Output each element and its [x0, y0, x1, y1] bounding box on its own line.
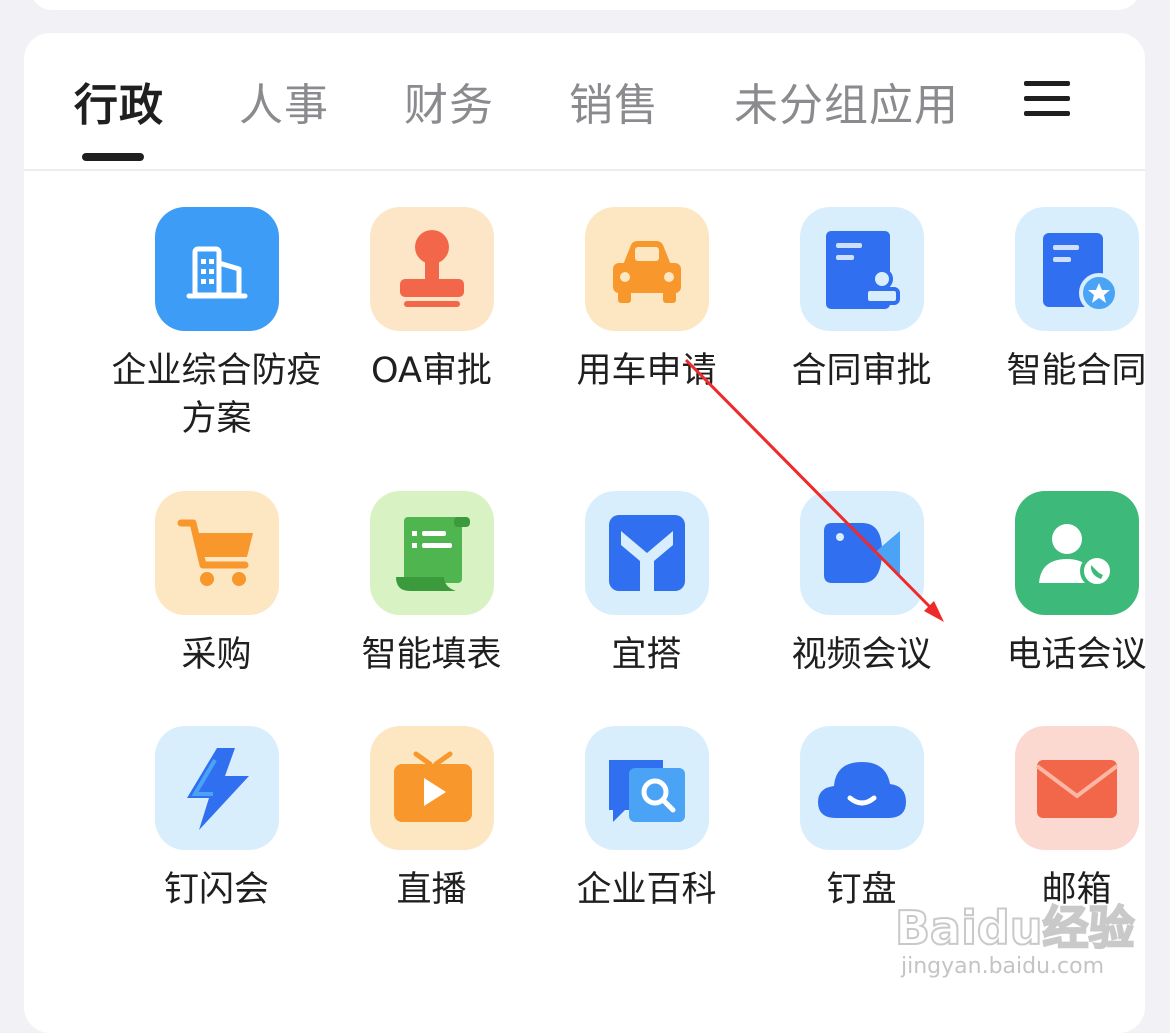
app-label: 采购	[181, 635, 252, 675]
tv-play-icon	[370, 726, 494, 850]
mail-envelope-icon	[1015, 726, 1139, 850]
previous-card-edge	[30, 0, 1140, 10]
tab-finance[interactable]: 财务	[404, 69, 494, 133]
contract-approval-icon	[800, 207, 924, 331]
scroll-form-icon	[370, 491, 494, 615]
app-label: 智能填表	[361, 635, 502, 675]
app-label: 视频会议	[791, 635, 932, 675]
car-icon	[585, 207, 709, 331]
tab-admin[interactable]: 行政	[74, 69, 164, 133]
chat-search-icon	[585, 726, 709, 850]
app-label: 智能合同	[1006, 351, 1147, 391]
category-tabs: 行政 人事 财务 销售 未分组应用	[24, 33, 1145, 171]
app-label: OA审批	[371, 351, 492, 391]
app-label: 企业综合防疫方案	[111, 351, 322, 439]
app-label: 邮箱	[1041, 870, 1112, 910]
stamp-icon	[370, 207, 494, 331]
app-label: 用车申请	[576, 351, 717, 391]
building-icon	[155, 207, 279, 331]
app-label: 直播	[396, 870, 467, 910]
smart-contract-icon	[1015, 207, 1139, 331]
menu-icon[interactable]	[1024, 79, 1072, 119]
shopping-cart-icon	[155, 491, 279, 615]
video-camera-icon	[800, 491, 924, 615]
app-label: 钉盘	[826, 870, 897, 910]
app-label: 宜搭	[611, 635, 682, 675]
tab-hr[interactable]: 人事	[239, 69, 329, 133]
tab-sales[interactable]: 销售	[569, 69, 659, 133]
tab-ungrouped-apps[interactable]: 未分组应用	[734, 69, 959, 133]
app-label: 钉闪会	[163, 870, 269, 910]
app-label: 企业百科	[576, 870, 717, 910]
app-label: 电话会议	[1006, 635, 1147, 675]
cloud-icon	[800, 726, 924, 850]
yida-icon	[585, 491, 709, 615]
active-tab-indicator	[82, 153, 144, 161]
app-panel: 行政 人事 财务 销售 未分组应用 企业综合防疫方案 OA审批 用车申请 合同审…	[24, 33, 1147, 1033]
app-label: 合同审批	[791, 351, 932, 391]
lightning-icon	[155, 726, 279, 850]
phone-contact-icon	[1015, 491, 1139, 615]
